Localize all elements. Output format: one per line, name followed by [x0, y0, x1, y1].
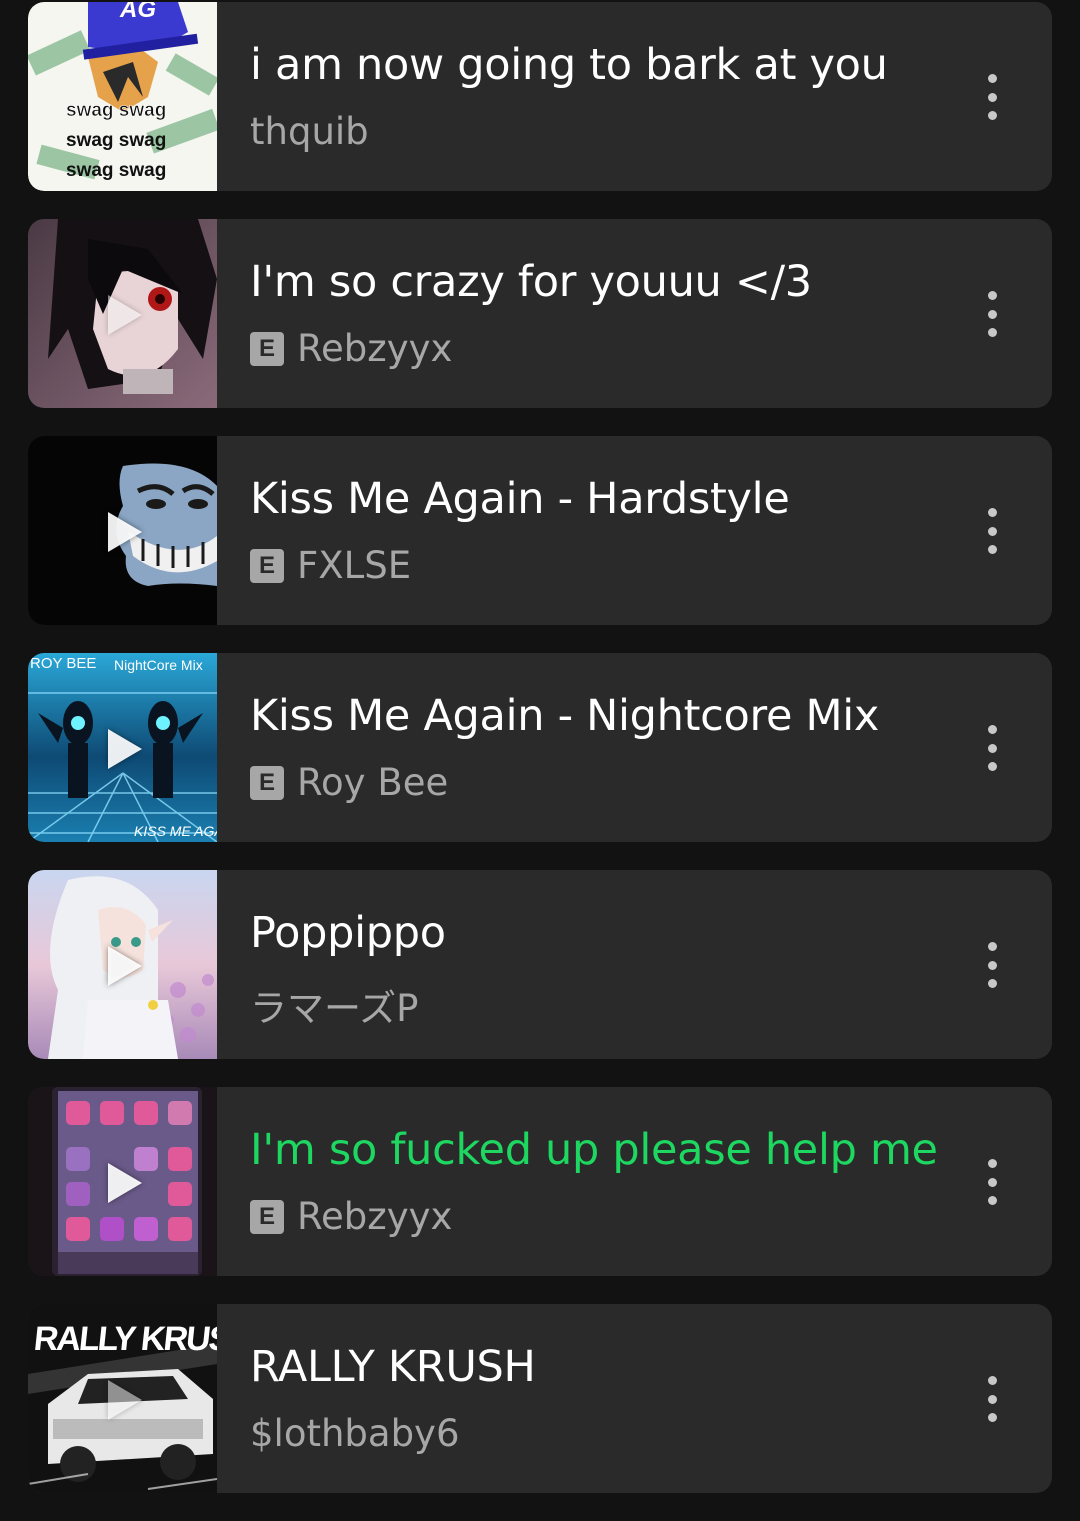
play-icon	[108, 1163, 142, 1203]
album-art	[28, 436, 217, 625]
track-title: i am now going to bark at you	[250, 40, 888, 90]
explicit-badge: E	[250, 548, 284, 583]
art-text-line: swag swag	[66, 130, 167, 151]
art-top-text: ROY BEE	[30, 655, 97, 672]
play-icon	[108, 512, 142, 552]
track-artist-line: $lothbaby6	[250, 1412, 460, 1455]
track-info: i am now going to bark at you thquib	[217, 2, 1052, 191]
track-row[interactable]: I'm so fucked up please help me E Rebzyy…	[28, 1087, 1052, 1276]
track-title: I'm so fucked up please help me	[250, 1125, 938, 1175]
track-artist: Rebzyyx	[297, 327, 453, 370]
album-art	[28, 870, 217, 1059]
track-title: Poppippo	[250, 908, 446, 958]
art-cap-text: AG	[120, 2, 156, 23]
track-artist: $lothbaby6	[250, 1412, 460, 1455]
more-options-icon[interactable]	[980, 942, 1004, 988]
album-art: ROY BEE NightCore Mix KISS ME AGAIN	[28, 653, 217, 842]
track-row[interactable]: Kiss Me Again - Hardstyle E FXLSE	[28, 436, 1052, 625]
more-options-icon[interactable]	[980, 508, 1004, 554]
track-info: Kiss Me Again - Hardstyle E FXLSE	[217, 436, 1052, 625]
explicit-badge: E	[250, 1199, 284, 1234]
track-artist: thquib	[250, 110, 369, 153]
album-art	[28, 219, 217, 408]
track-artist: FXLSE	[297, 544, 412, 587]
track-artist-line: thquib	[250, 110, 369, 153]
track-artist: ラマーズP	[250, 987, 419, 1030]
track-artist-line: ラマーズP	[250, 978, 418, 1032]
more-options-icon[interactable]	[980, 725, 1004, 771]
track-artist: Roy Bee	[297, 761, 449, 804]
track-artist-line: E FXLSE	[250, 544, 411, 587]
track-title: Kiss Me Again - Nightcore Mix	[250, 691, 880, 741]
more-options-icon[interactable]	[980, 1376, 1004, 1422]
album-art: RALLY KRUSH	[28, 1304, 217, 1493]
track-artist-line: E Rebzyyx	[250, 1195, 452, 1238]
track-info: I'm so fucked up please help me E Rebzyy…	[217, 1087, 1052, 1276]
more-options-icon[interactable]	[980, 74, 1004, 120]
track-info: RALLY KRUSH $lothbaby6	[217, 1304, 1052, 1493]
track-title: Kiss Me Again - Hardstyle	[250, 474, 790, 524]
album-art	[28, 1087, 217, 1276]
more-options-icon[interactable]	[980, 291, 1004, 337]
art-text-line: swag swag	[66, 160, 167, 181]
track-info: Poppippo ラマーズP	[217, 870, 1052, 1059]
play-icon	[108, 946, 142, 986]
play-icon	[108, 1380, 142, 1420]
track-info: I'm so crazy for youuu </3 E Rebzyyx	[217, 219, 1052, 408]
track-row[interactable]: AG swag swag swag swag swag swag i am no…	[28, 2, 1052, 191]
explicit-badge: E	[250, 331, 284, 366]
track-list: AG swag swag swag swag swag swag i am no…	[28, 2, 1052, 1521]
album-art: AG swag swag swag swag swag swag	[28, 2, 217, 191]
art-bottom-text: KISS ME AGAIN	[134, 823, 217, 839]
art-top-text: RALLY KRUSH	[32, 1320, 217, 1358]
track-artist-line: E Roy Bee	[250, 761, 448, 804]
track-artist-line: E Rebzyyx	[250, 327, 452, 370]
track-title: I'm so crazy for youuu </3	[250, 257, 812, 307]
play-icon	[108, 729, 142, 769]
track-info: Kiss Me Again - Nightcore Mix E Roy Bee	[217, 653, 1052, 842]
art-text-line: swag swag	[66, 100, 167, 122]
play-icon	[108, 295, 142, 335]
track-row[interactable]: Poppippo ラマーズP	[28, 870, 1052, 1059]
track-row[interactable]: RALLY KRUSH RALLY KRUSH $lothbaby6	[28, 1304, 1052, 1493]
track-artist: Rebzyyx	[297, 1195, 453, 1238]
art-top-right-text: NightCore Mix	[114, 657, 203, 673]
track-title: RALLY KRUSH	[250, 1342, 536, 1392]
track-row[interactable]: ROY BEE NightCore Mix KISS ME AGAIN Kiss…	[28, 653, 1052, 842]
track-row[interactable]: I'm so crazy for youuu </3 E Rebzyyx	[28, 219, 1052, 408]
explicit-badge: E	[250, 765, 284, 800]
more-options-icon[interactable]	[980, 1159, 1004, 1205]
